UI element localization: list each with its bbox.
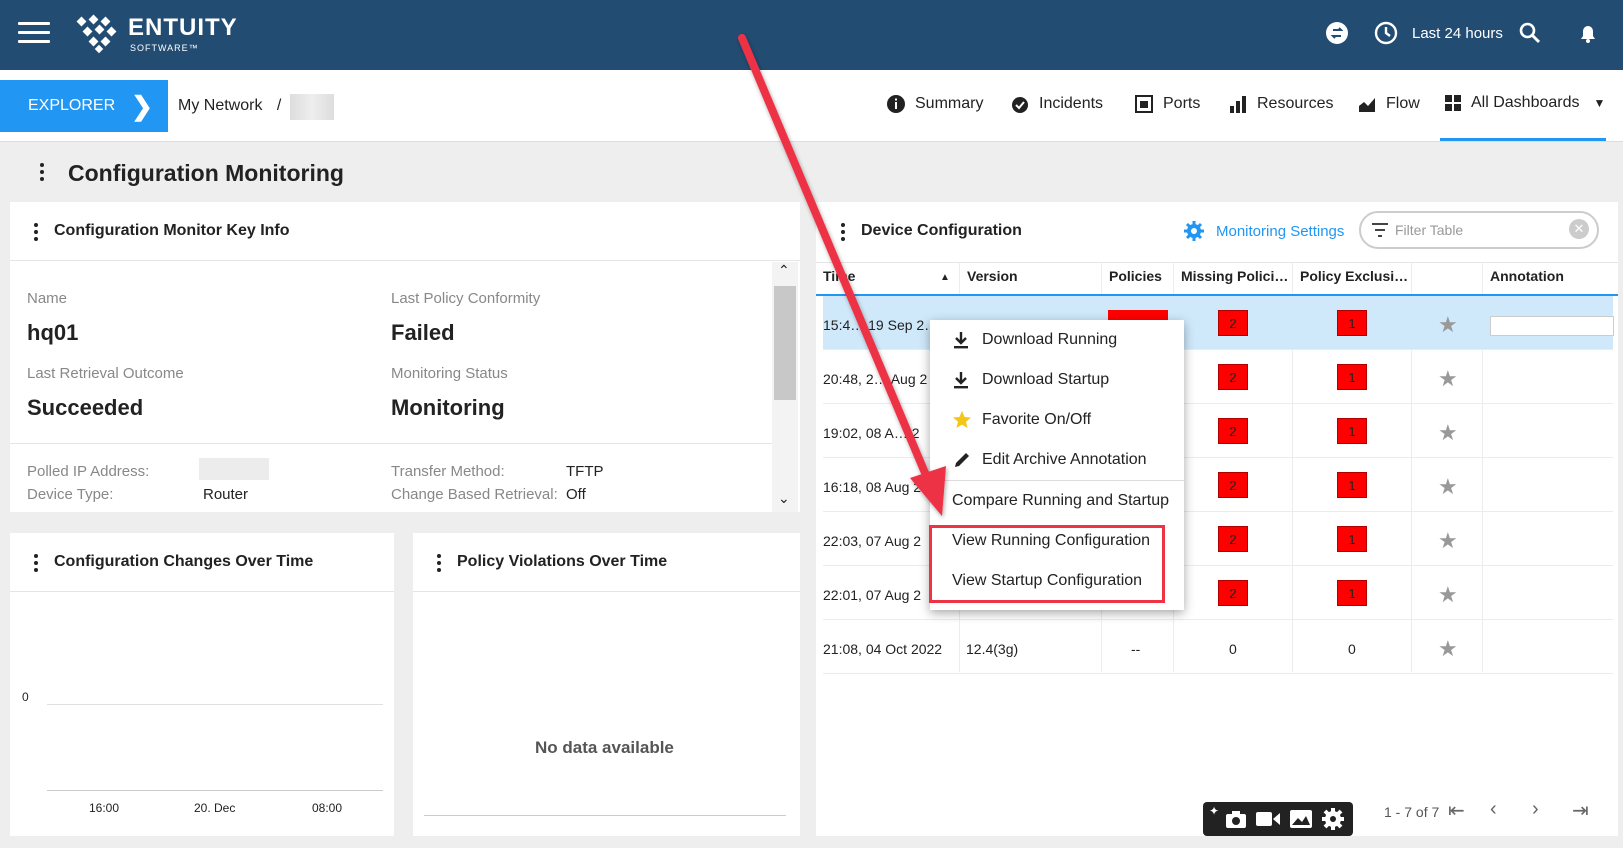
annotation-arrow-icon <box>738 34 946 516</box>
